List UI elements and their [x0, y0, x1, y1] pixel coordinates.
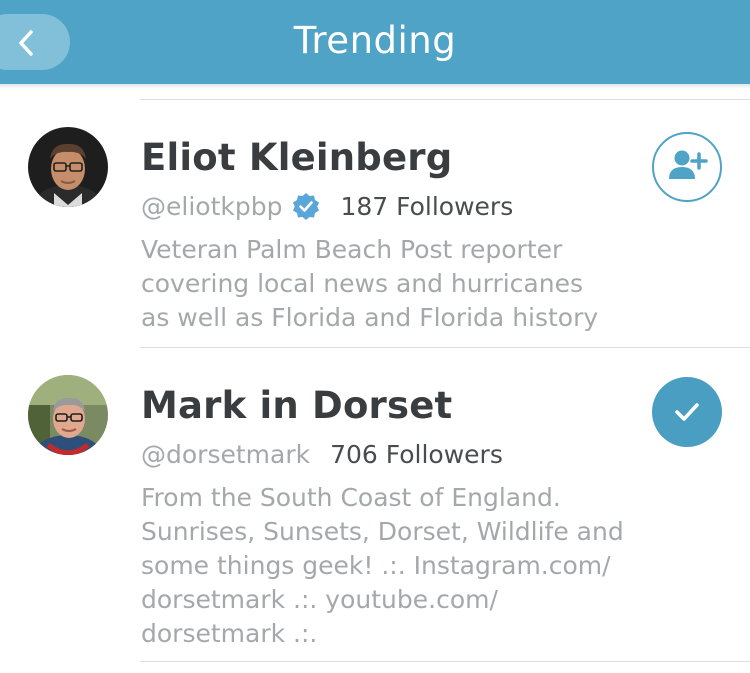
- user-handle[interactable]: @eliotkpbp: [141, 192, 282, 221]
- following-button[interactable]: [652, 377, 722, 447]
- header-shadow: [0, 84, 750, 89]
- follower-count: 187 Followers: [340, 191, 514, 221]
- trending-screen: Trending Eliot Kleinberg @eliotkpbp 187 …: [0, 0, 750, 673]
- user-bio: From the South Coast of England. Sunrise…: [141, 483, 624, 648]
- checkmark-icon: [675, 403, 699, 421]
- divider: [140, 661, 750, 662]
- user-meta: @eliotkpbp 187 Followers: [141, 190, 513, 222]
- page-title: Trending: [293, 19, 457, 62]
- user-name[interactable]: Eliot Kleinberg: [141, 136, 452, 179]
- follower-count: 706 Followers: [330, 439, 503, 469]
- user-handle[interactable]: @dorsetmark: [141, 440, 310, 469]
- user-list-item[interactable]: Eliot Kleinberg @eliotkpbp 187 Followers…: [0, 100, 750, 347]
- header-bar: Trending: [0, 0, 750, 84]
- user-list-item[interactable]: Mark in Dorset @dorsetmark 706 Followers…: [0, 348, 750, 661]
- verified-badge-icon: [292, 192, 320, 220]
- user-bio: Veteran Palm Beach Post reporter coverin…: [141, 235, 599, 332]
- user-meta: @dorsetmark 706 Followers: [141, 438, 503, 470]
- follow-button[interactable]: [652, 132, 722, 202]
- avatar[interactable]: [28, 127, 108, 207]
- add-user-icon: [669, 150, 708, 179]
- avatar[interactable]: [28, 375, 108, 455]
- user-name[interactable]: Mark in Dorset: [141, 384, 452, 427]
